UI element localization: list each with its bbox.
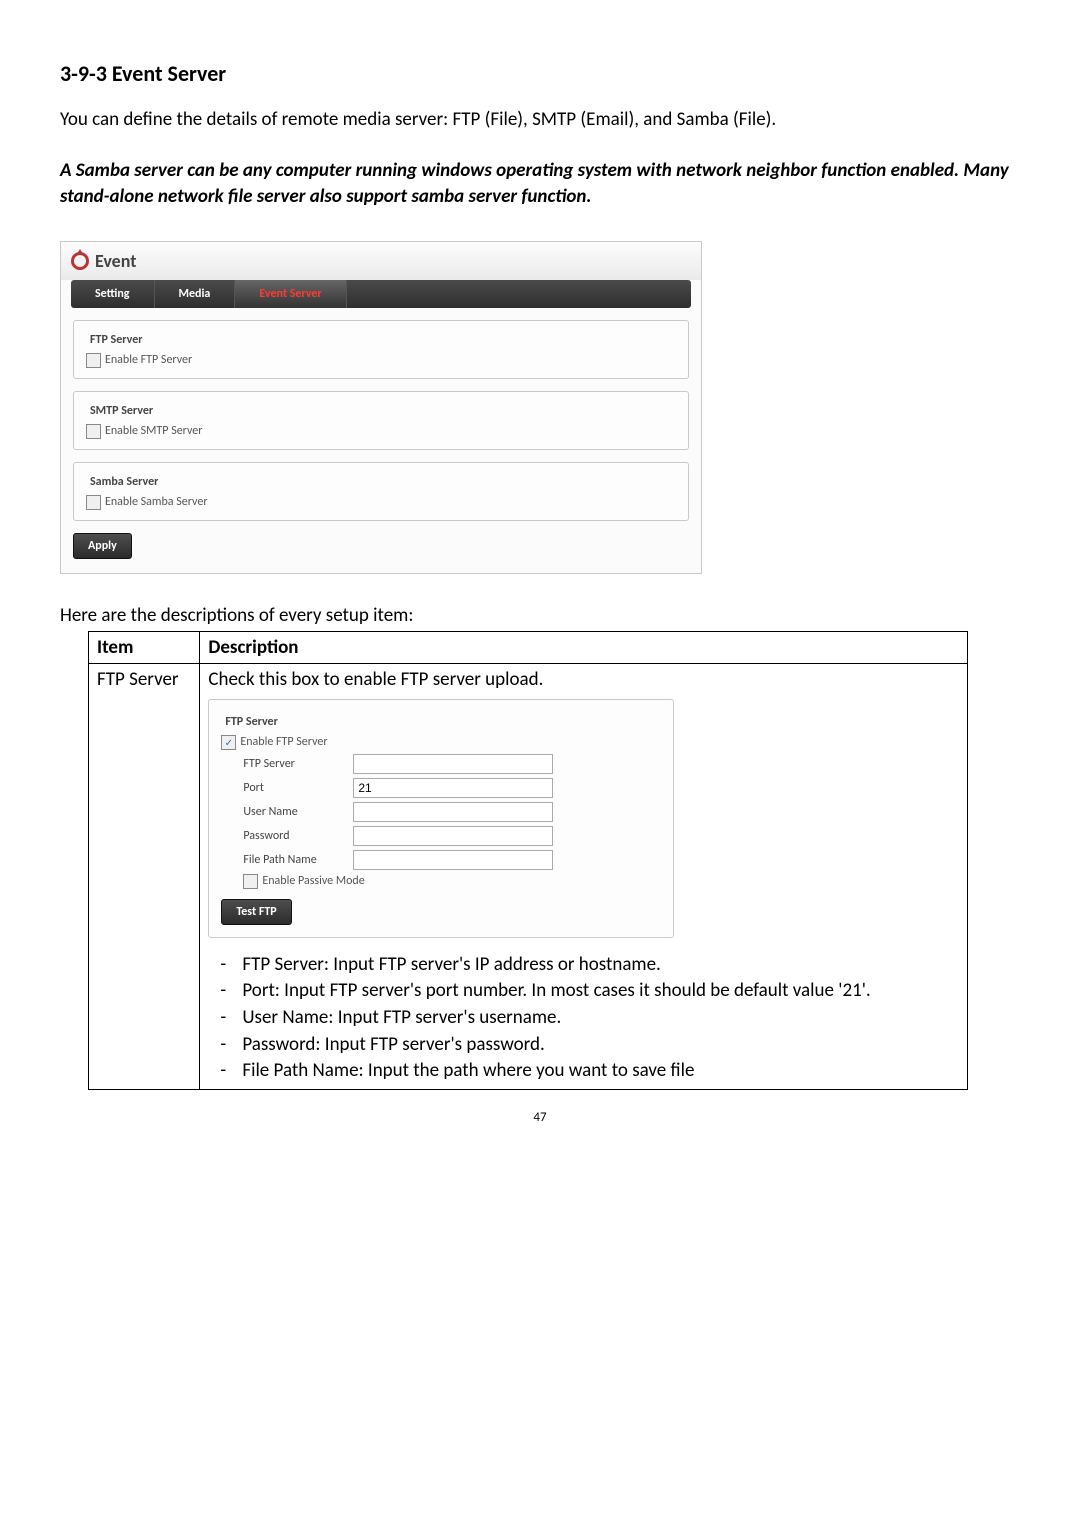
cell-item: FTP Server — [89, 663, 200, 1089]
form-row-port: Port — [243, 778, 661, 798]
fieldset-legend-samba: Samba Server — [86, 475, 162, 489]
fieldset-legend-ftp: FTP Server — [86, 333, 147, 347]
description-table: Item Description FTP Server Check this b… — [88, 631, 968, 1090]
form-row-filepath: File Path Name — [243, 850, 661, 870]
inner-enable-row: ✓ Enable FTP Server — [221, 735, 661, 750]
cell-description: Check this box to enable FTP server uplo… — [200, 663, 968, 1089]
emphasis-paragraph: A Samba server can be any computer runni… — [60, 158, 1020, 211]
desc-top-text: Check this box to enable FTP server uplo… — [208, 668, 959, 691]
passive-row: Enable Passive Mode — [243, 874, 661, 889]
checkbox-passive[interactable] — [243, 874, 258, 889]
tab-event-server[interactable]: Event Server — [235, 280, 346, 308]
label-filepath: File Path Name — [243, 853, 353, 867]
input-port[interactable] — [353, 778, 553, 798]
list-item: File Path Name: Input the path where you… — [208, 1058, 959, 1085]
checkbox-label-samba: Enable Samba Server — [105, 495, 208, 509]
label-port: Port — [243, 781, 353, 795]
checkbox-smtp[interactable] — [86, 424, 101, 439]
input-filepath[interactable] — [353, 850, 553, 870]
form-row-username: User Name — [243, 802, 661, 822]
th-item: Item — [89, 631, 200, 663]
th-description: Description — [200, 631, 968, 663]
inner-fieldset-ftp: FTP Server ✓ Enable FTP Server FTP Serve… — [208, 699, 674, 938]
panel-title-bar: Event — [61, 242, 701, 280]
label-username: User Name — [243, 805, 353, 819]
checkbox-row-samba: Enable Samba Server — [86, 495, 676, 510]
event-panel: Event Setting Media Event Server FTP Ser… — [60, 241, 702, 574]
apply-button[interactable]: Apply — [73, 533, 132, 559]
checkbox-row-smtp: Enable SMTP Server — [86, 424, 676, 439]
tab-bar: Setting Media Event Server — [71, 280, 691, 308]
descriptions-intro: Here are the descriptions of every setup… — [60, 604, 1020, 627]
input-ftpserver[interactable] — [353, 754, 553, 774]
tab-setting[interactable]: Setting — [71, 280, 155, 308]
bullet-list: FTP Server: Input FTP server's IP addres… — [208, 952, 959, 1085]
inner-checkbox-enable[interactable]: ✓ — [221, 735, 236, 750]
gear-icon — [71, 252, 89, 270]
tab-media[interactable]: Media — [155, 280, 236, 308]
label-ftpserver: FTP Server — [243, 757, 353, 771]
test-ftp-button[interactable]: Test FTP — [221, 899, 291, 925]
input-password[interactable] — [353, 826, 553, 846]
page-number: 47 — [60, 1110, 1020, 1125]
checkbox-label-ftp: Enable FTP Server — [105, 353, 192, 367]
checkbox-ftp[interactable] — [86, 353, 101, 368]
list-item: User Name: Input FTP server's username. — [208, 1005, 959, 1032]
fieldset-samba: Samba Server Enable Samba Server — [73, 462, 689, 521]
checkbox-row-ftp: Enable FTP Server — [86, 353, 676, 368]
checkbox-samba[interactable] — [86, 495, 101, 510]
table-row: FTP Server Check this box to enable FTP … — [89, 663, 968, 1089]
list-item: FTP Server: Input FTP server's IP addres… — [208, 952, 959, 979]
inner-enable-label: Enable FTP Server — [240, 735, 327, 749]
form-row-ftpserver: FTP Server — [243, 754, 661, 774]
checkbox-label-smtp: Enable SMTP Server — [105, 424, 202, 438]
list-item: Password: Input FTP server's password. — [208, 1032, 959, 1059]
fieldset-smtp: SMTP Server Enable SMTP Server — [73, 391, 689, 450]
input-username[interactable] — [353, 802, 553, 822]
label-passive: Enable Passive Mode — [262, 874, 364, 888]
intro-paragraph: You can define the details of remote med… — [60, 107, 1020, 134]
fieldset-legend-smtp: SMTP Server — [86, 404, 157, 418]
inner-legend: FTP Server — [221, 715, 282, 729]
section-heading: 3-9-3 Event Server — [60, 60, 1020, 87]
panel-title-text: Event — [95, 250, 136, 272]
form-row-password: Password — [243, 826, 661, 846]
fieldset-ftp: FTP Server Enable FTP Server — [73, 320, 689, 379]
table-header-row: Item Description — [89, 631, 968, 663]
label-password: Password — [243, 829, 353, 843]
list-item: Port: Input FTP server's port number. In… — [208, 978, 959, 1005]
